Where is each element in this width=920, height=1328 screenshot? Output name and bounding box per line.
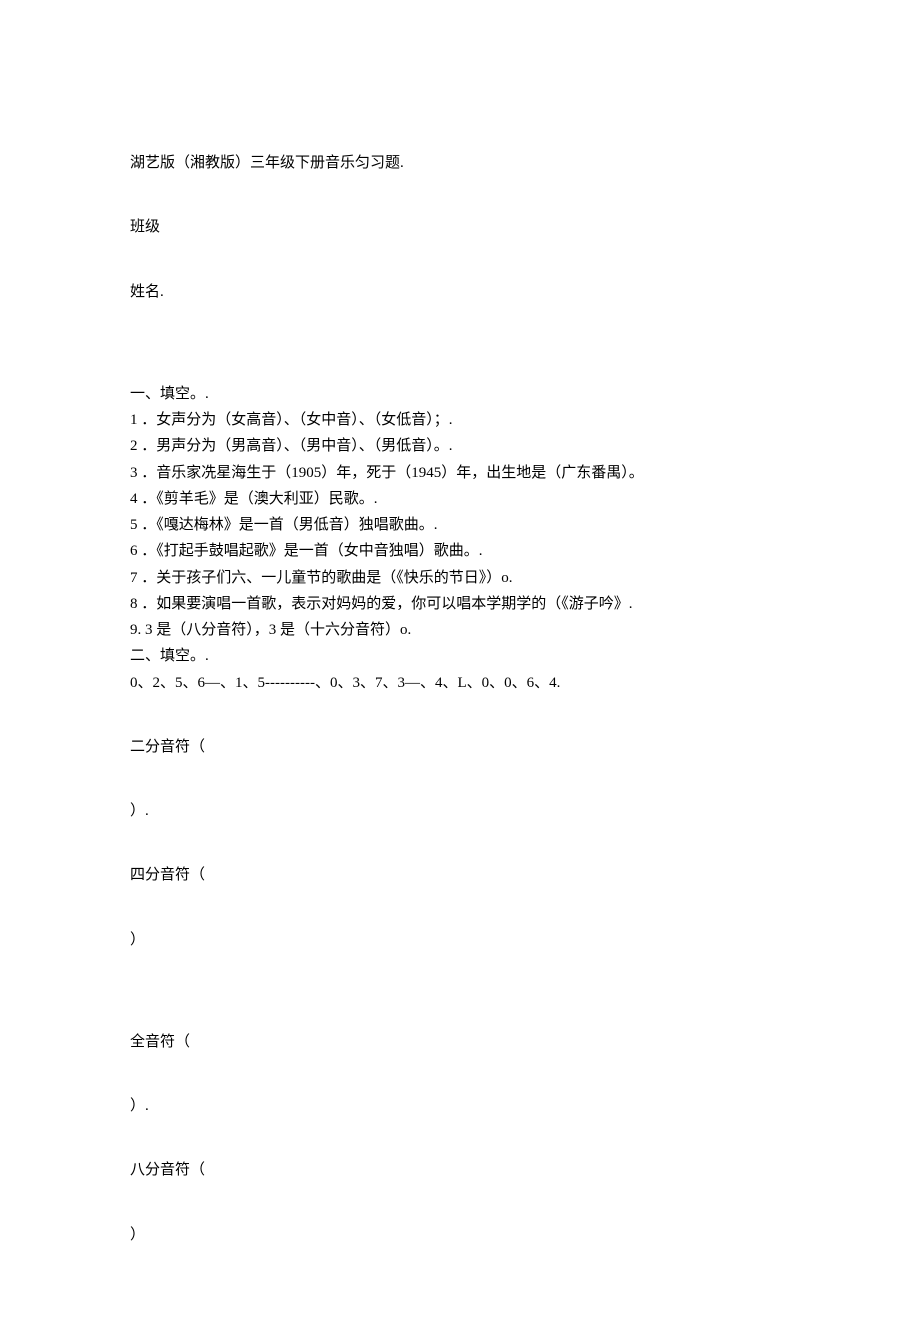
number-list: 0、2、5、6—、1、5----------、0、3、7、3—、4、L、0、0、… [130, 670, 790, 696]
half-note-label: 二分音符（ [130, 734, 790, 760]
name-label: 姓名. [130, 279, 790, 305]
eighth-note-label: 八分音符（ [130, 1157, 790, 1183]
question-1: 1 ．女声分为（女高音）、（女中音）、（女低音）；. [130, 407, 790, 433]
spacer [130, 343, 790, 381]
worksheet-title: 湖艺版（湘教版）三年级下册音乐匀习题. [130, 150, 790, 176]
close-paren-3: ）. [130, 1093, 790, 1119]
section-one-header: 一、填空。. [130, 381, 790, 407]
class-label: 班级 [130, 214, 790, 240]
close-paren-2: ） [130, 927, 790, 953]
question-6: 6 ．《打起手鼓唱起歌》是一首（女中音独唱）歌曲。. [130, 538, 790, 564]
close-paren-4: ） [130, 1222, 790, 1248]
question-4: 4 ．《剪羊毛》是（澳大利亚）民歌。. [130, 486, 790, 512]
question-7: 7 ．关于孩子们六、一儿童节的歌曲是（《快乐的节日》）o. [130, 565, 790, 591]
question-9: 9. 3 是（八分音符），3 是（十六分音符）o. [130, 617, 790, 643]
question-5: 5 ．《嘎达梅林》是一首（男低音）独唱歌曲。. [130, 512, 790, 538]
section-two-header: 二、填空。. [130, 643, 790, 669]
question-8: 8 ．如果要演唱一首歌，表示对妈妈的爱，你可以唱本学期学的（《游子吟》. [130, 591, 790, 617]
question-2: 2 ．男声分为（男高音）、（男中音）、（男低音）。. [130, 433, 790, 459]
quarter-note-label: 四分音符（ [130, 862, 790, 888]
question-3: 3 ．音乐家冼星海生于（1905）年，死于（1945）年，出生地是（广东番禺）。 [130, 460, 790, 486]
spacer [130, 953, 790, 991]
whole-note-label: 全音符（ [130, 1029, 790, 1055]
close-paren-1: ）. [130, 798, 790, 824]
